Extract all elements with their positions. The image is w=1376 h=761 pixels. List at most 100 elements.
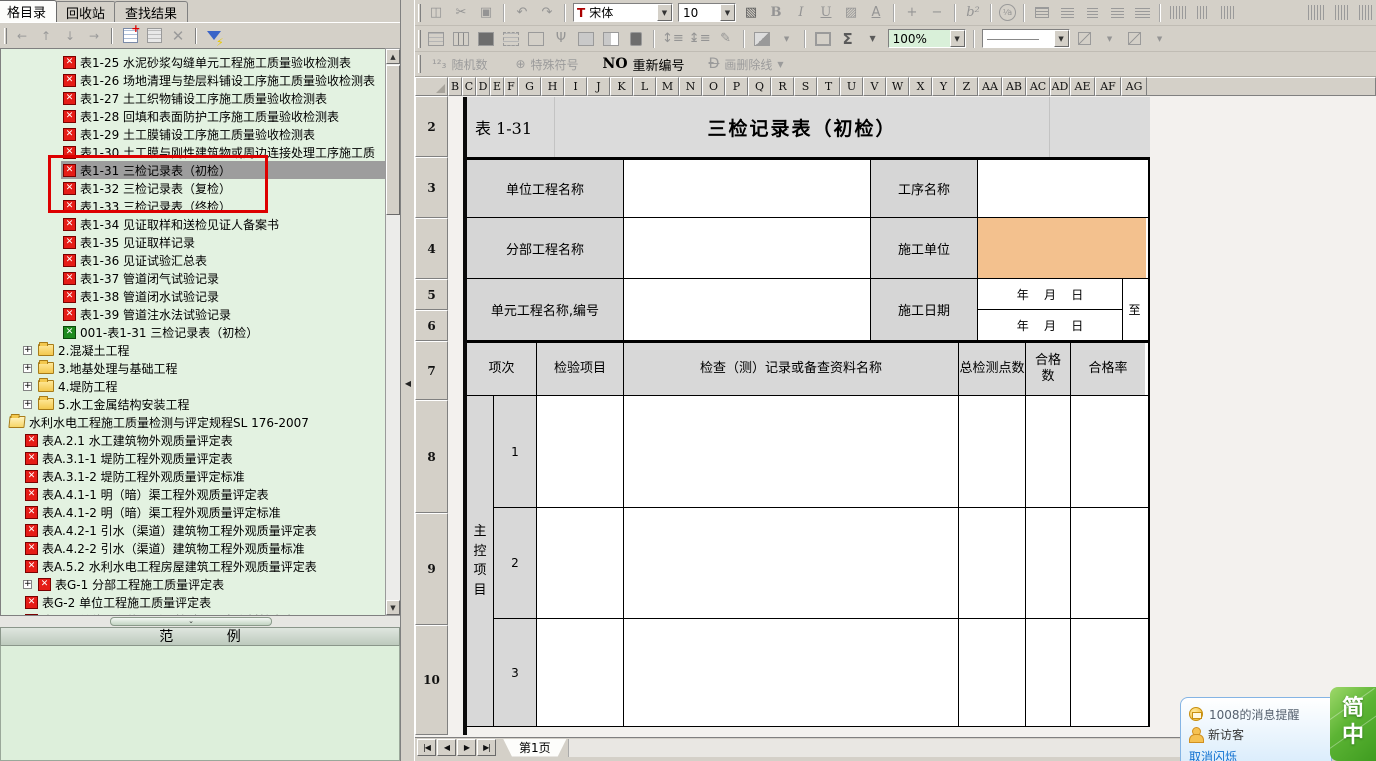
underline-button[interactable]: U — [816, 3, 836, 23]
column-header-U[interactable]: U — [840, 77, 863, 96]
italic-button[interactable]: I — [791, 3, 811, 23]
vertical-text-icon[interactable] — [1168, 3, 1188, 23]
form-title-cell[interactable]: 三检记录表（初检） — [555, 97, 1050, 157]
chevron-down-icon[interactable]: ▼ — [1054, 30, 1069, 47]
column-header-AD[interactable]: AD — [1050, 77, 1070, 96]
chevron-down-icon[interactable]: ▼ — [1150, 29, 1170, 49]
expand-icon[interactable]: + — [23, 382, 32, 391]
construction-unit-input-cell[interactable] — [978, 218, 1146, 278]
tree-item[interactable]: ✕表1-37 管道闭气试验记录 — [1, 269, 385, 287]
font-color-button[interactable]: A — [866, 3, 886, 23]
element-project-label-cell[interactable]: 单元工程名称,编号 — [467, 279, 624, 340]
visitor-label[interactable]: 新访客 — [1208, 726, 1244, 743]
scrollbar-thumb[interactable] — [386, 65, 400, 215]
tree-item[interactable]: ✕表1-26 场地清理与垫层料铺设工序施工质量验收检测表 — [1, 71, 385, 89]
element-project-input-cell[interactable] — [624, 279, 871, 340]
empty-data-cell[interactable] — [537, 508, 624, 618]
column-header-S[interactable]: S — [794, 77, 817, 96]
last-page-icon[interactable]: ▶| — [477, 739, 496, 756]
column-header-B[interactable]: B — [448, 77, 462, 96]
construction-unit-label-cell[interactable]: 施工单位 — [871, 218, 978, 278]
split-cell-icon[interactable] — [501, 29, 521, 49]
form-code-cell[interactable]: 表 1-31 — [467, 97, 555, 157]
expand-icon[interactable]: + — [23, 346, 32, 355]
column-header-Z[interactable]: Z — [955, 77, 978, 96]
tree-item[interactable]: ✕表1-36 见证试验汇总表 — [1, 251, 385, 269]
division-project-input-cell[interactable] — [624, 218, 871, 278]
date-to-cell[interactable]: 至 — [1123, 279, 1146, 340]
table-grid-icon[interactable] — [451, 29, 471, 49]
row-header-7[interactable]: 7 — [415, 341, 448, 400]
tree-item[interactable]: ✕表A.4.1-1 明（暗）渠工程外观质量评定表 — [1, 485, 385, 503]
item-number-cell[interactable]: 1 — [494, 396, 537, 507]
increase-icon[interactable]: + — [902, 3, 922, 23]
strikeout-button[interactable]: 画删除线 — [724, 56, 772, 73]
tree-item[interactable]: ✕001-表1-31 三检记录表（初检） — [1, 323, 385, 341]
empty-data-cell[interactable] — [1026, 508, 1071, 618]
superscript-button[interactable]: b² — [963, 3, 983, 23]
column-header-E[interactable]: E — [490, 77, 504, 96]
empty-data-cell[interactable] — [624, 619, 959, 726]
tree-item[interactable]: ✕表1-29 土工膜铺设工序施工质量验收检测表 — [1, 125, 385, 143]
draw-pen-icon[interactable]: ✎ — [716, 29, 736, 49]
frame-icon[interactable] — [813, 29, 833, 49]
grid-header-cell[interactable]: 检查（测）记录或备查资料名称 — [624, 343, 959, 395]
redo-icon[interactable]: ↷ — [537, 3, 557, 23]
special-symbol-button[interactable]: 特殊符号 — [531, 56, 579, 73]
column-header-Q[interactable]: Q — [748, 77, 771, 96]
date-end-cell[interactable]: 年 月 日 — [978, 310, 1122, 340]
main-control-items-cell[interactable]: 主控项目 — [467, 396, 494, 726]
tree-item[interactable]: ✕表A.2.1 水工建筑物外观质量评定表 — [1, 431, 385, 449]
format-painter-icon[interactable]: ▧ — [741, 3, 761, 23]
column-header-L[interactable]: L — [633, 77, 656, 96]
chevron-down-icon[interactable]: ▼ — [777, 29, 797, 49]
ruler-icon[interactable] — [1356, 3, 1376, 23]
tree-item[interactable]: ✕表A.4.2-2 引水（渠道）建筑物工程外观质量标准 — [1, 539, 385, 557]
column-header-Y[interactable]: Y — [932, 77, 955, 96]
select-all-corner[interactable] — [415, 77, 448, 96]
tree-item[interactable]: ✕表1-30 土工膜与刚性建筑物或周边连接处理工序施工质 — [1, 143, 385, 161]
expand-icon[interactable]: + — [23, 580, 32, 589]
align-left-icon[interactable] — [1057, 3, 1077, 23]
move-up-icon[interactable]: ↑ — [37, 27, 55, 45]
tree-item[interactable]: ✕表A.5.2 水利水电工程房屋建筑工程外观质量评定表 — [1, 557, 385, 575]
tree-item[interactable]: ✕表1-39 管道注水法试验记录 — [1, 305, 385, 323]
column-header-H[interactable]: H — [541, 77, 564, 96]
grid-header-cell[interactable]: 检验项目 — [537, 343, 624, 395]
column-header-P[interactable]: P — [725, 77, 748, 96]
tree-item[interactable]: +5.水工金属结构安装工程 — [1, 395, 385, 413]
column-header-N[interactable]: N — [679, 77, 702, 96]
align-right-icon[interactable] — [1107, 3, 1127, 23]
tree-item[interactable]: ✕表1-38 管道闭水试验记录 — [1, 287, 385, 305]
tree-item[interactable]: ✕表A.3.1-2 堤防工程外观质量评定标准 — [1, 467, 385, 485]
grid-header-cell[interactable]: 项次 — [467, 343, 537, 395]
row-header-5[interactable]: 5 — [415, 279, 448, 310]
decrease-icon[interactable]: − — [927, 3, 947, 23]
column-header-K[interactable]: K — [610, 77, 633, 96]
next-page-icon[interactable]: ▶ — [457, 739, 476, 756]
zoom-select[interactable]: 100% ▼ — [888, 29, 966, 48]
scroll-down-icon[interactable]: ▼ — [386, 600, 400, 615]
column-header-I[interactable]: I — [564, 77, 587, 96]
fill-color-icon[interactable]: ▨ — [841, 3, 861, 23]
autosum-button[interactable]: Σ — [838, 29, 858, 49]
row-spacing-increase-icon[interactable]: ↕≡ — [662, 29, 684, 49]
tree-item[interactable]: ✕表1-32 三检记录表（复检） — [1, 179, 385, 197]
catalog-tab-3[interactable]: 查找结果 — [114, 1, 188, 22]
copy-icon[interactable]: ◫ — [426, 3, 446, 23]
expand-icon[interactable]: + — [23, 364, 32, 373]
line-style-select[interactable]: ▼ — [982, 29, 1070, 48]
column-header-W[interactable]: W — [886, 77, 909, 96]
fraction-button[interactable]: ⅟a — [999, 4, 1016, 21]
empty-data-cell[interactable] — [1026, 619, 1071, 726]
process-name-label-cell[interactable]: 工序名称 — [871, 160, 978, 217]
empty-data-cell[interactable] — [959, 508, 1026, 618]
expand-icon[interactable]: + — [23, 400, 32, 409]
column-header-AC[interactable]: AC — [1026, 77, 1050, 96]
paste-icon[interactable]: ▣ — [476, 3, 496, 23]
tree-item[interactable]: ✕表1-28 回填和表面防护工序施工质量验收检测表 — [1, 107, 385, 125]
font-family-select[interactable]: T 宋体 ▼ — [573, 3, 673, 22]
tree-item[interactable]: 水利水电工程施工质量检测与评定规程SL 176-2007 — [1, 413, 385, 431]
column-header-R[interactable]: R — [771, 77, 794, 96]
panel-splitter[interactable]: ◀ — [400, 0, 415, 761]
